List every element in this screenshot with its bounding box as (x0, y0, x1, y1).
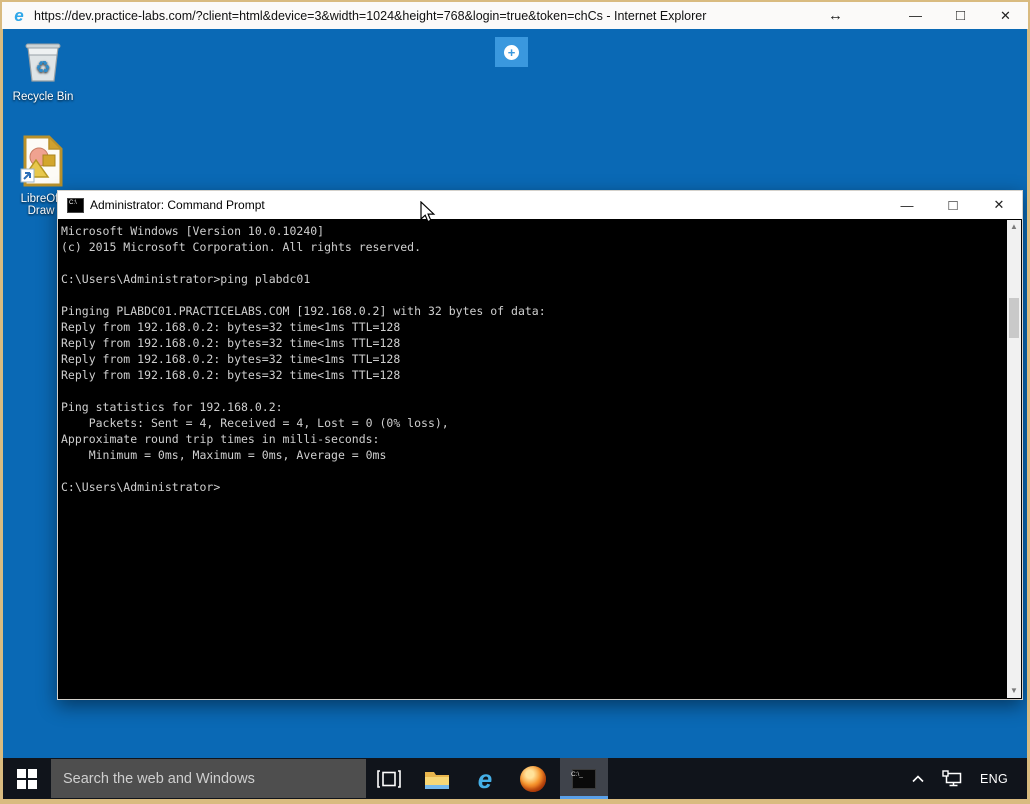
system-tray: ENG (903, 758, 1027, 799)
desktop-icon-label-line2: Draw (28, 205, 55, 217)
task-view-icon (377, 770, 401, 788)
language-indicator[interactable]: ENG (971, 758, 1017, 799)
browser-titlebar[interactable]: e https://dev.practice-labs.com/?client=… (2, 2, 1028, 29)
internet-explorer-icon: e (478, 766, 492, 792)
svg-text:♻: ♻ (35, 58, 50, 77)
internet-explorer-button[interactable]: e (462, 758, 508, 799)
command-prompt-task-button[interactable]: C:\_ (560, 758, 608, 799)
cmd-minimize-button[interactable]: — (884, 191, 930, 219)
window-title: Administrator: Command Prompt (90, 198, 265, 212)
chevron-up-icon (912, 775, 924, 783)
command-prompt-window: C:\ Administrator: Command Prompt — □ ✕ … (57, 190, 1023, 700)
desktop-icon-label-line1: LibreOff (21, 193, 62, 205)
scrollbar-down-icon[interactable]: ▼ (1007, 684, 1021, 698)
browser-maximize-button[interactable]: □ (938, 2, 983, 29)
terminal-scrollbar[interactable]: ▲ ▼ (1007, 220, 1021, 698)
firefox-button[interactable] (510, 758, 556, 799)
detach-resize-icon[interactable]: ↔ (828, 7, 843, 24)
lab-toolbar-expand-button[interactable]: + (495, 37, 528, 67)
task-view-button[interactable] (366, 758, 412, 799)
scrollbar-thumb[interactable] (1009, 298, 1019, 338)
libreoffice-draw-icon (13, 135, 69, 190)
internet-explorer-icon: e (10, 7, 28, 25)
scrollbar-up-icon[interactable]: ▲ (1007, 220, 1021, 234)
browser-close-button[interactable]: ✕ (983, 2, 1028, 29)
cmd-close-button[interactable]: ✕ (976, 191, 1022, 219)
show-hidden-icons-button[interactable] (903, 758, 933, 799)
windows-logo-icon (17, 769, 37, 789)
plus-circle-icon: + (504, 45, 519, 60)
command-prompt-titlebar[interactable]: C:\ Administrator: Command Prompt — □ ✕ (58, 191, 1022, 219)
firefox-icon (520, 766, 546, 792)
taskbar: e C:\_ (3, 758, 1027, 799)
cmd-maximize-button[interactable]: □ (930, 191, 976, 219)
command-prompt-icon: C:\ (67, 198, 84, 213)
terminal-output[interactable]: Microsoft Windows [Version 10.0.10240](c… (58, 219, 1022, 699)
desktop-icon-label: Recycle Bin (13, 91, 74, 103)
remote-desktop[interactable]: + ♻ Recycle Bin (3, 29, 1027, 799)
start-button[interactable] (3, 758, 51, 799)
browser-title: https://dev.practice-labs.com/?client=ht… (34, 9, 706, 23)
search-input[interactable] (51, 759, 366, 798)
browser-minimize-button[interactable]: — (893, 2, 938, 29)
command-prompt-icon: C:\_ (572, 769, 596, 789)
file-explorer-icon (424, 768, 450, 790)
desktop-icon-recycle-bin[interactable]: ♻ Recycle Bin (11, 37, 75, 103)
file-explorer-button[interactable] (414, 758, 460, 799)
network-tray-button[interactable] (933, 758, 971, 799)
recycle-bin-icon: ♻ (11, 37, 75, 88)
network-icon (942, 770, 962, 787)
screen: e https://dev.practice-labs.com/?client=… (0, 0, 1030, 804)
